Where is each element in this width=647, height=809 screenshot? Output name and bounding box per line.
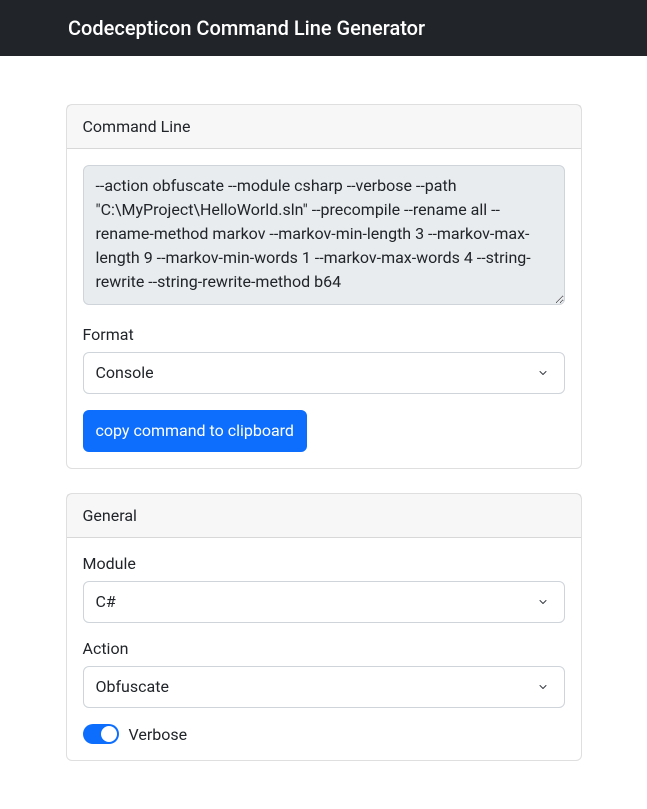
main-container: Command Line --action obfuscate --module… [54,56,594,809]
module-select[interactable]: C# [83,581,565,623]
action-label: Action [83,639,565,658]
verbose-label[interactable]: Verbose [129,725,188,744]
verbose-toggle[interactable] [83,724,119,744]
verbose-group: Verbose [83,724,565,744]
module-select-wrapper: C# [83,581,565,623]
copy-button-group: copy command to clipboard [83,410,565,452]
action-group: Action Obfuscate [83,639,565,708]
action-select-wrapper: Obfuscate [83,666,565,708]
command-output-group: --action obfuscate --module csharp --ver… [83,165,565,309]
format-label: Format [83,325,565,344]
format-select[interactable]: Console [83,352,565,394]
copy-button[interactable]: copy command to clipboard [83,410,307,452]
module-group: Module C# [83,554,565,623]
general-body: Module C# Action Obfuscate Verbose [67,538,581,760]
command-line-header: Command Line [67,105,581,149]
command-line-card: Command Line --action obfuscate --module… [66,104,582,469]
command-line-body: --action obfuscate --module csharp --ver… [67,149,581,468]
format-group: Format Console [83,325,565,394]
general-header: General [67,494,581,538]
action-select[interactable]: Obfuscate [83,666,565,708]
format-select-wrapper: Console [83,352,565,394]
command-output-textarea[interactable]: --action obfuscate --module csharp --ver… [83,165,565,305]
module-label: Module [83,554,565,573]
general-card: General Module C# Action Obfuscate [66,493,582,761]
page-title: Codecepticon Command Line Generator [0,16,647,40]
navbar: Codecepticon Command Line Generator [0,0,647,56]
